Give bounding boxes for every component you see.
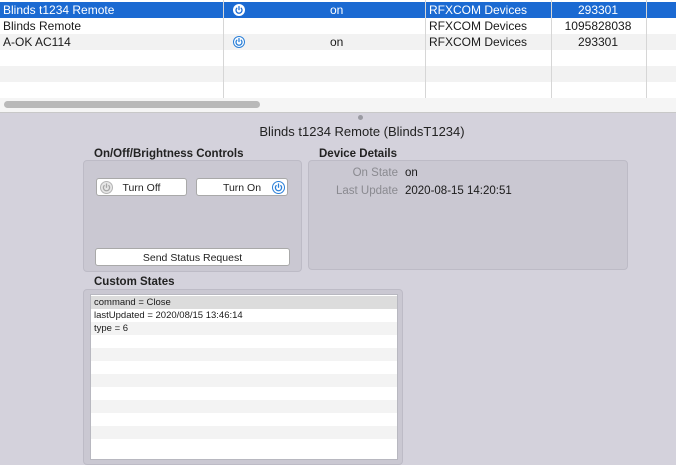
turn-off-label: Turn Off: [122, 182, 161, 194]
state-cell: on: [330, 35, 344, 49]
controls-section-label: On/Off/Brightness Controls: [94, 148, 244, 160]
scrollbar-thumb[interactable]: [4, 101, 260, 108]
column-divider: [425, 0, 426, 98]
address-cell: 293301: [577, 3, 619, 17]
custom-states-list[interactable]: command = Close lastUpdated = 2020/08/15…: [90, 294, 398, 460]
state-cell: on: [330, 3, 344, 17]
last-update-label: Last Update: [335, 185, 398, 197]
last-update-value: 2020-08-15 14:20:51: [405, 185, 512, 197]
list-item: [91, 335, 397, 348]
table-row[interactable]: Blinds Remote RFXCOM Devices 1095828038: [0, 18, 676, 34]
details-panel: On State on Last Update 2020-08-15 14:20…: [308, 160, 628, 270]
table-row[interactable]: Blinds t1234 Remote on RFXCOM Devices 29…: [0, 2, 676, 18]
split-view-handle[interactable]: [358, 115, 363, 120]
list-item: [91, 426, 397, 439]
send-status-request-button[interactable]: Send Status Request: [95, 248, 290, 266]
list-item: [91, 361, 397, 374]
device-name-cell: A-OK AC114: [3, 35, 71, 49]
table-row: [0, 66, 676, 82]
interface-cell: RFXCOM Devices: [429, 19, 528, 33]
custom-states-section-label: Custom States: [94, 276, 175, 288]
details-section-label: Device Details: [319, 148, 397, 160]
turn-off-button[interactable]: Turn Off: [96, 178, 187, 196]
table-row: [0, 82, 676, 98]
list-item: [91, 374, 397, 387]
list-item[interactable]: command = Close: [91, 296, 397, 309]
power-icon: [233, 36, 245, 48]
device-name-cell: Blinds t1234 Remote: [3, 3, 115, 17]
power-off-icon: [100, 181, 113, 194]
turn-on-label: Turn On: [222, 182, 262, 194]
address-cell: 1095828038: [564, 19, 632, 33]
column-divider: [223, 0, 224, 98]
list-item: [91, 413, 397, 426]
device-name-cell: Blinds Remote: [3, 19, 82, 33]
column-divider: [551, 0, 552, 98]
table-row: [0, 50, 676, 66]
device-title: Blinds t1234 Remote (BlindsT1234): [259, 124, 465, 139]
list-item: [91, 439, 397, 452]
horizontal-scrollbar[interactable]: [0, 98, 676, 113]
power-on-icon: [272, 181, 285, 194]
list-item[interactable]: lastUpdated = 2020/08/15 13:46:14: [91, 309, 397, 322]
table-row[interactable]: A-OK AC114 on RFXCOM Devices 293301: [0, 34, 676, 50]
turn-on-button[interactable]: Turn On: [196, 178, 288, 196]
on-state-label: On State: [352, 167, 398, 179]
device-table: Blinds t1234 Remote on RFXCOM Devices 29…: [0, 0, 676, 98]
interface-cell: RFXCOM Devices: [429, 35, 528, 49]
column-divider: [646, 0, 647, 98]
list-item[interactable]: type = 6: [91, 322, 397, 335]
list-item: [91, 400, 397, 413]
list-item: [91, 348, 397, 361]
address-cell: 293301: [577, 35, 619, 49]
on-state-value: on: [405, 167, 418, 179]
controls-panel: Turn Off Turn On Send Status Request: [83, 160, 302, 272]
interface-cell: RFXCOM Devices: [429, 3, 528, 17]
list-item: [91, 387, 397, 400]
power-icon: [233, 4, 245, 16]
